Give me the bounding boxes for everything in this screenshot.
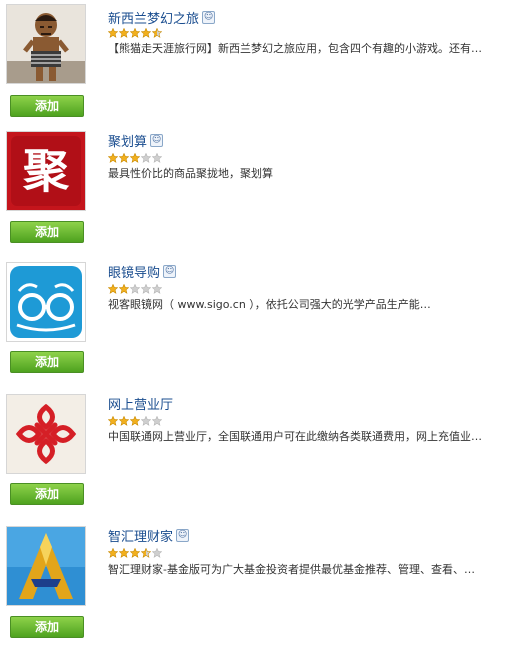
rating-stars <box>108 28 162 38</box>
app-title-row: 眼镜导购 ☺ <box>108 262 177 281</box>
star-icon <box>130 416 140 426</box>
star-icon <box>141 284 151 294</box>
star-icon <box>108 153 118 163</box>
star-icon <box>108 28 118 38</box>
app-title-row: 智汇理财家 ☺ <box>108 526 190 545</box>
star-icon <box>119 284 129 294</box>
star-icon <box>108 284 118 294</box>
app-description: 视客眼镜网（ www.sigo.cn ），依托公司强大的光学产品生产能… <box>108 298 431 311</box>
star-icon <box>119 153 129 163</box>
badge-icon: ☺ <box>202 10 216 24</box>
golden-a-logo-icon <box>7 527 85 605</box>
star-icon <box>130 548 140 558</box>
add-button[interactable]: 添加 <box>10 221 84 243</box>
add-button[interactable]: 添加 <box>10 95 84 117</box>
app-title[interactable]: 眼镜导购 <box>108 262 160 281</box>
app-thumbnail[interactable] <box>6 4 86 84</box>
badge-icon: ☺ <box>150 133 164 147</box>
app-item: 添加 网上营业厅 中国联通网上营业厅，全国联通用户可在此缴纳各类联通费用，网上充… <box>0 394 516 524</box>
app-title-row: 网上营业厅 <box>108 394 173 413</box>
star-icon <box>130 28 140 38</box>
ju-character-text: 聚 <box>22 144 70 198</box>
star-icon <box>152 153 162 163</box>
add-button[interactable]: 添加 <box>10 351 84 373</box>
app-description: 最具性价比的商品聚拢地，聚划算 <box>108 167 273 180</box>
app-item: 添加 眼镜导购 ☺ 视客眼镜网（ www.sigo.cn ），依托公司强大的光学… <box>0 262 516 392</box>
app-thumbnail[interactable] <box>6 262 86 342</box>
star-icon <box>152 28 162 38</box>
app-description: 智汇理财家-基金版可为广大基金投资者提供最优基金推荐、管理、查看、… <box>108 563 475 576</box>
rating-stars <box>108 284 162 294</box>
china-unicom-knot-icon <box>7 395 85 473</box>
star-icon <box>119 416 129 426</box>
star-icon <box>119 28 129 38</box>
rating-stars <box>108 416 162 426</box>
app-description: 中国联通网上营业厅，全国联通用户可在此缴纳各类联通费用，网上充值业… <box>108 430 482 443</box>
star-icon <box>130 284 140 294</box>
star-icon <box>152 416 162 426</box>
badge-icon: ☺ <box>176 528 190 542</box>
star-icon <box>152 284 162 294</box>
app-item: 添加 智汇理财家 ☺ 智汇理财家-基金版可为广大基金投资者提供最优基金推荐、管理… <box>0 526 516 656</box>
app-thumbnail[interactable]: 聚 <box>6 131 86 211</box>
app-description: 【熊猫走天涯旅行网】新西兰梦幻之旅应用，包含四个有趣的小游戏。还有… <box>108 42 482 55</box>
app-thumbnail[interactable] <box>6 526 86 606</box>
app-title-row: 聚划算 ☺ <box>108 131 164 150</box>
badge-icon: ☺ <box>163 264 177 278</box>
star-icon <box>108 548 118 558</box>
app-title[interactable]: 聚划算 <box>108 131 147 150</box>
star-icon <box>141 416 151 426</box>
star-icon <box>130 153 140 163</box>
star-icon <box>141 548 151 558</box>
app-title-row: 新西兰梦幻之旅 ☺ <box>108 8 216 27</box>
app-title[interactable]: 新西兰梦幻之旅 <box>108 8 199 27</box>
glasses-icon <box>7 263 85 341</box>
add-button[interactable]: 添加 <box>10 483 84 505</box>
add-button[interactable]: 添加 <box>10 616 84 638</box>
app-item: 聚 添加 聚划算 ☺ 最具性价比的商品聚拢地，聚划算 <box>0 131 516 261</box>
app-item: 添加 新西兰梦幻之旅 ☺ 【熊猫走天涯旅行网】新西兰梦幻之旅应用，包含四个有趣的… <box>0 4 516 134</box>
star-icon <box>141 28 151 38</box>
app-thumbnail[interactable] <box>6 394 86 474</box>
star-icon <box>119 548 129 558</box>
star-icon <box>152 548 162 558</box>
maori-warrior-icon <box>7 5 85 83</box>
ju-character-icon: 聚 <box>7 132 85 210</box>
app-title[interactable]: 智汇理财家 <box>108 526 173 545</box>
rating-stars <box>108 153 162 163</box>
app-title[interactable]: 网上营业厅 <box>108 394 173 413</box>
star-icon <box>141 153 151 163</box>
rating-stars <box>108 548 162 558</box>
star-icon <box>108 416 118 426</box>
